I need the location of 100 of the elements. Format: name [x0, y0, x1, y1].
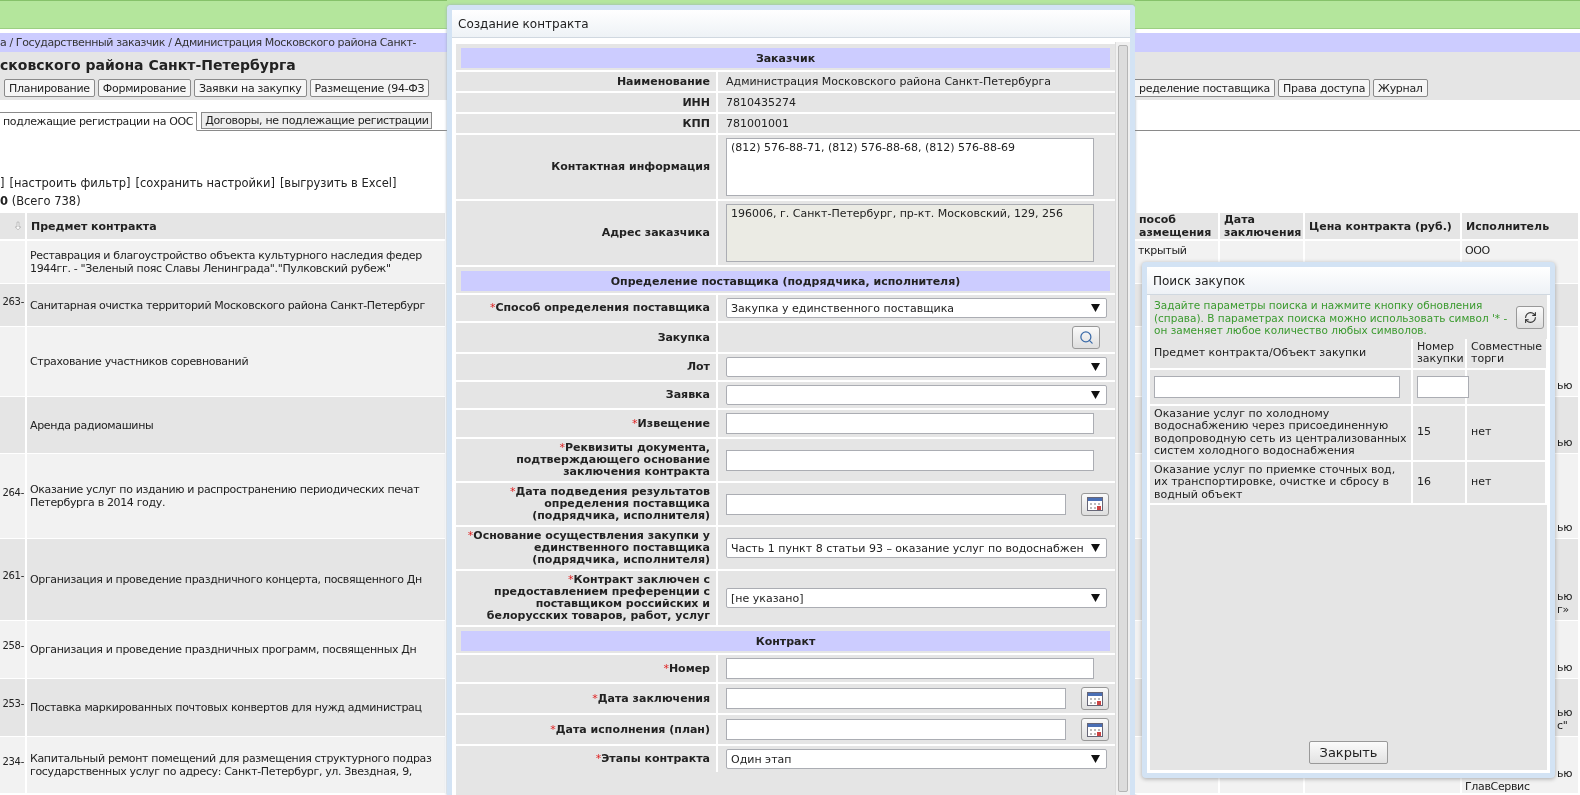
- sub-tab[interactable]: подлежащие регистрации на ООС: [0, 112, 198, 131]
- table-cell-text: ткрытый: [1138, 244, 1188, 257]
- toolbar-link[interactable]: [выгрузить в Excel]: [279, 176, 397, 190]
- caret-icon: [1091, 544, 1100, 552]
- refresh-button[interactable]: [1516, 306, 1544, 330]
- sort-arrow-icon[interactable]: [15, 219, 21, 233]
- dialog-title: Создание контракта: [458, 16, 589, 31]
- nav-button[interactable]: ределение поставщика: [1135, 79, 1276, 97]
- text-area[interactable]: (812) 576-88-71, (812) 576-88-68, (812) 576-88-69: [726, 138, 1094, 196]
- table-cell: 261-: [2, 570, 24, 581]
- column-header: Дата заключения: [1224, 213, 1302, 239]
- table-cell: 15: [1417, 426, 1431, 439]
- search-button[interactable]: [1072, 326, 1100, 349]
- field-label: *Этапы контракта: [595, 753, 710, 765]
- caret-icon: [1091, 363, 1100, 371]
- table-cell: 16: [1417, 476, 1431, 489]
- field-label: Адрес заказчика: [601, 227, 710, 239]
- field-label: *Контракт заключен с предоставлением преференции с поставщиком российских и белорусских товаров, работ, услуг: [485, 574, 710, 622]
- table-cell-text: Санитарная очистка территорий Московского района Санкт-Петербург: [30, 298, 426, 312]
- table-cell-text: Организация и проведение праздничного концерта, посвященного Дн: [30, 573, 423, 586]
- table-cell-text: Реставрация и благоустройство объекта культурного наследия федер: [30, 249, 423, 262]
- table-cell-text: Капитальный ремонт помещений для размещения структурного подраз: [30, 752, 433, 765]
- column-header: Предмет контракта/Объект закупки: [1154, 346, 1367, 360]
- dropdown[interactable]: Один этап: [726, 749, 1107, 769]
- table-cell-text: с": [1556, 719, 1569, 732]
- column-header: пособ азмещения: [1139, 213, 1212, 239]
- field-value: 7810435274: [726, 96, 796, 109]
- field-label: Закупка: [657, 331, 710, 344]
- table-cell-text: Страхование участников соревнований: [30, 355, 250, 368]
- filter-field[interactable]: [1154, 375, 1400, 398]
- field-label: Наименование: [616, 75, 710, 88]
- table-cell-text: Оказание услуг по приемке сточных вод, их транспортировке, очистке и сбросу в водный объект: [1154, 463, 1397, 501]
- date-field[interactable]: [726, 493, 1066, 515]
- nav-button[interactable]: Планирование: [4, 79, 95, 97]
- column-header: Цена контракта (руб.): [1309, 219, 1452, 233]
- sub-tab[interactable]: Договоры, не подлежащие регистрации: [201, 112, 433, 129]
- column-header: Номер закупки: [1417, 340, 1464, 366]
- field-label: *Способ определения поставщика: [489, 302, 710, 314]
- caret-icon: [1091, 391, 1100, 399]
- breadcrumb: а / Государственный заказчик / Администрация Московского района Санкт-: [0, 36, 417, 49]
- field-label: *Дата исполнения (план): [550, 723, 710, 736]
- calendar-button[interactable]: [1081, 687, 1109, 710]
- table-cell-text: 1944гг. - "Зеленый пояс Славы Ленинграда"."Пулковский рубеж": [30, 262, 392, 275]
- input-field[interactable]: [726, 413, 1094, 434]
- refresh-icon: [1523, 311, 1537, 325]
- nav-button[interactable]: Заявки на закупку: [193, 79, 307, 97]
- dropdown[interactable]: Закупка у единственного поставщика: [726, 298, 1107, 318]
- field-label: ИНН: [682, 96, 710, 109]
- nav-button[interactable]: Журнал: [1373, 79, 1428, 97]
- date-field[interactable]: [726, 688, 1066, 709]
- field-label: КПП: [682, 117, 710, 130]
- field-value: 781001001: [726, 117, 789, 130]
- nav-button[interactable]: Размещение (94-ФЗ: [309, 79, 430, 97]
- field-label: *Основание осуществления закупки у единственного поставщика (подрядчика, исполнителя): [466, 530, 710, 566]
- scrollbar[interactable]: [1115, 42, 1130, 795]
- column-header: Совместные торги: [1471, 340, 1543, 366]
- table-cell: 263-: [2, 295, 24, 307]
- table-cell: 253-: [2, 698, 24, 709]
- search-icon: [1078, 330, 1094, 345]
- caret-icon: [1091, 594, 1100, 602]
- dropdown[interactable]: Часть 1 пункт 8 статьи 93 – оказание услуг по водоснабжен: [726, 538, 1107, 558]
- nav-button[interactable]: Права доступа: [1278, 79, 1371, 97]
- field-label: *Реквизиты документа, подтверждающего основание заключения контракта: [515, 442, 710, 478]
- close-button[interactable]: Закрыть: [1308, 741, 1389, 764]
- input-field[interactable]: [726, 449, 1094, 471]
- field-label: *Номер: [663, 662, 710, 675]
- calendar-button[interactable]: [1081, 718, 1109, 741]
- toolbar-link[interactable]: [сохранить настройки]: [135, 176, 275, 190]
- table-cell: нет: [1471, 426, 1492, 439]
- table-cell-text: Оказание услуг по изданию и распространению периодических печат: [30, 483, 421, 496]
- calendar-icon: [1087, 722, 1103, 737]
- input-field[interactable]: [726, 658, 1094, 679]
- dialog-title: Поиск закупок: [1153, 273, 1246, 288]
- table-cell-text: Поставка маркированных почтовых конвертов для нужд администрац: [30, 701, 423, 714]
- table-cell-text: ООО: [1465, 244, 1491, 257]
- link-fragment: ]: [0, 176, 5, 190]
- table-cell-text: ГлавСервис: [1465, 780, 1531, 793]
- dropdown[interactable]: [не указано]: [726, 588, 1107, 608]
- column-header: Исполнитель: [1466, 219, 1550, 233]
- field-label: *Дата подведения результатов определения поставщика (подрядчика, исполнителя): [509, 486, 710, 522]
- table-cell-text: ью: [1556, 590, 1574, 603]
- date-field[interactable]: [726, 719, 1066, 740]
- column-header: Предмет контракта: [31, 219, 157, 233]
- table-cell: Оказание услуг по холодному водоснабжению через присоединенную водопроводную сеть из централизованных систем холодного водоснабжения: [1154, 407, 1407, 458]
- calendar-icon: [1087, 497, 1103, 511]
- table-cell-text: г»: [1556, 603, 1570, 616]
- toolbar-link[interactable]: [настроить фильтр]: [9, 176, 131, 190]
- calendar-button[interactable]: [1081, 492, 1109, 516]
- filter-field[interactable]: [1417, 375, 1469, 398]
- field-label: *Дата заключения: [592, 692, 710, 705]
- record-count: 0 (Всего 738): [0, 194, 81, 208]
- table-cell-text: ью: [1556, 379, 1574, 392]
- dropdown[interactable]: [726, 385, 1107, 405]
- nav-button[interactable]: Формирование: [97, 79, 191, 97]
- field-label: Заявка: [665, 389, 710, 401]
- table-cell-text: ью: [1556, 706, 1574, 719]
- table-cell-text: Организация и проведение праздничных программ, посвященных Дн: [30, 643, 418, 656]
- table-cell-text: ью: [1556, 767, 1574, 780]
- table-cell: 234-: [2, 755, 24, 767]
- dropdown[interactable]: [726, 357, 1107, 377]
